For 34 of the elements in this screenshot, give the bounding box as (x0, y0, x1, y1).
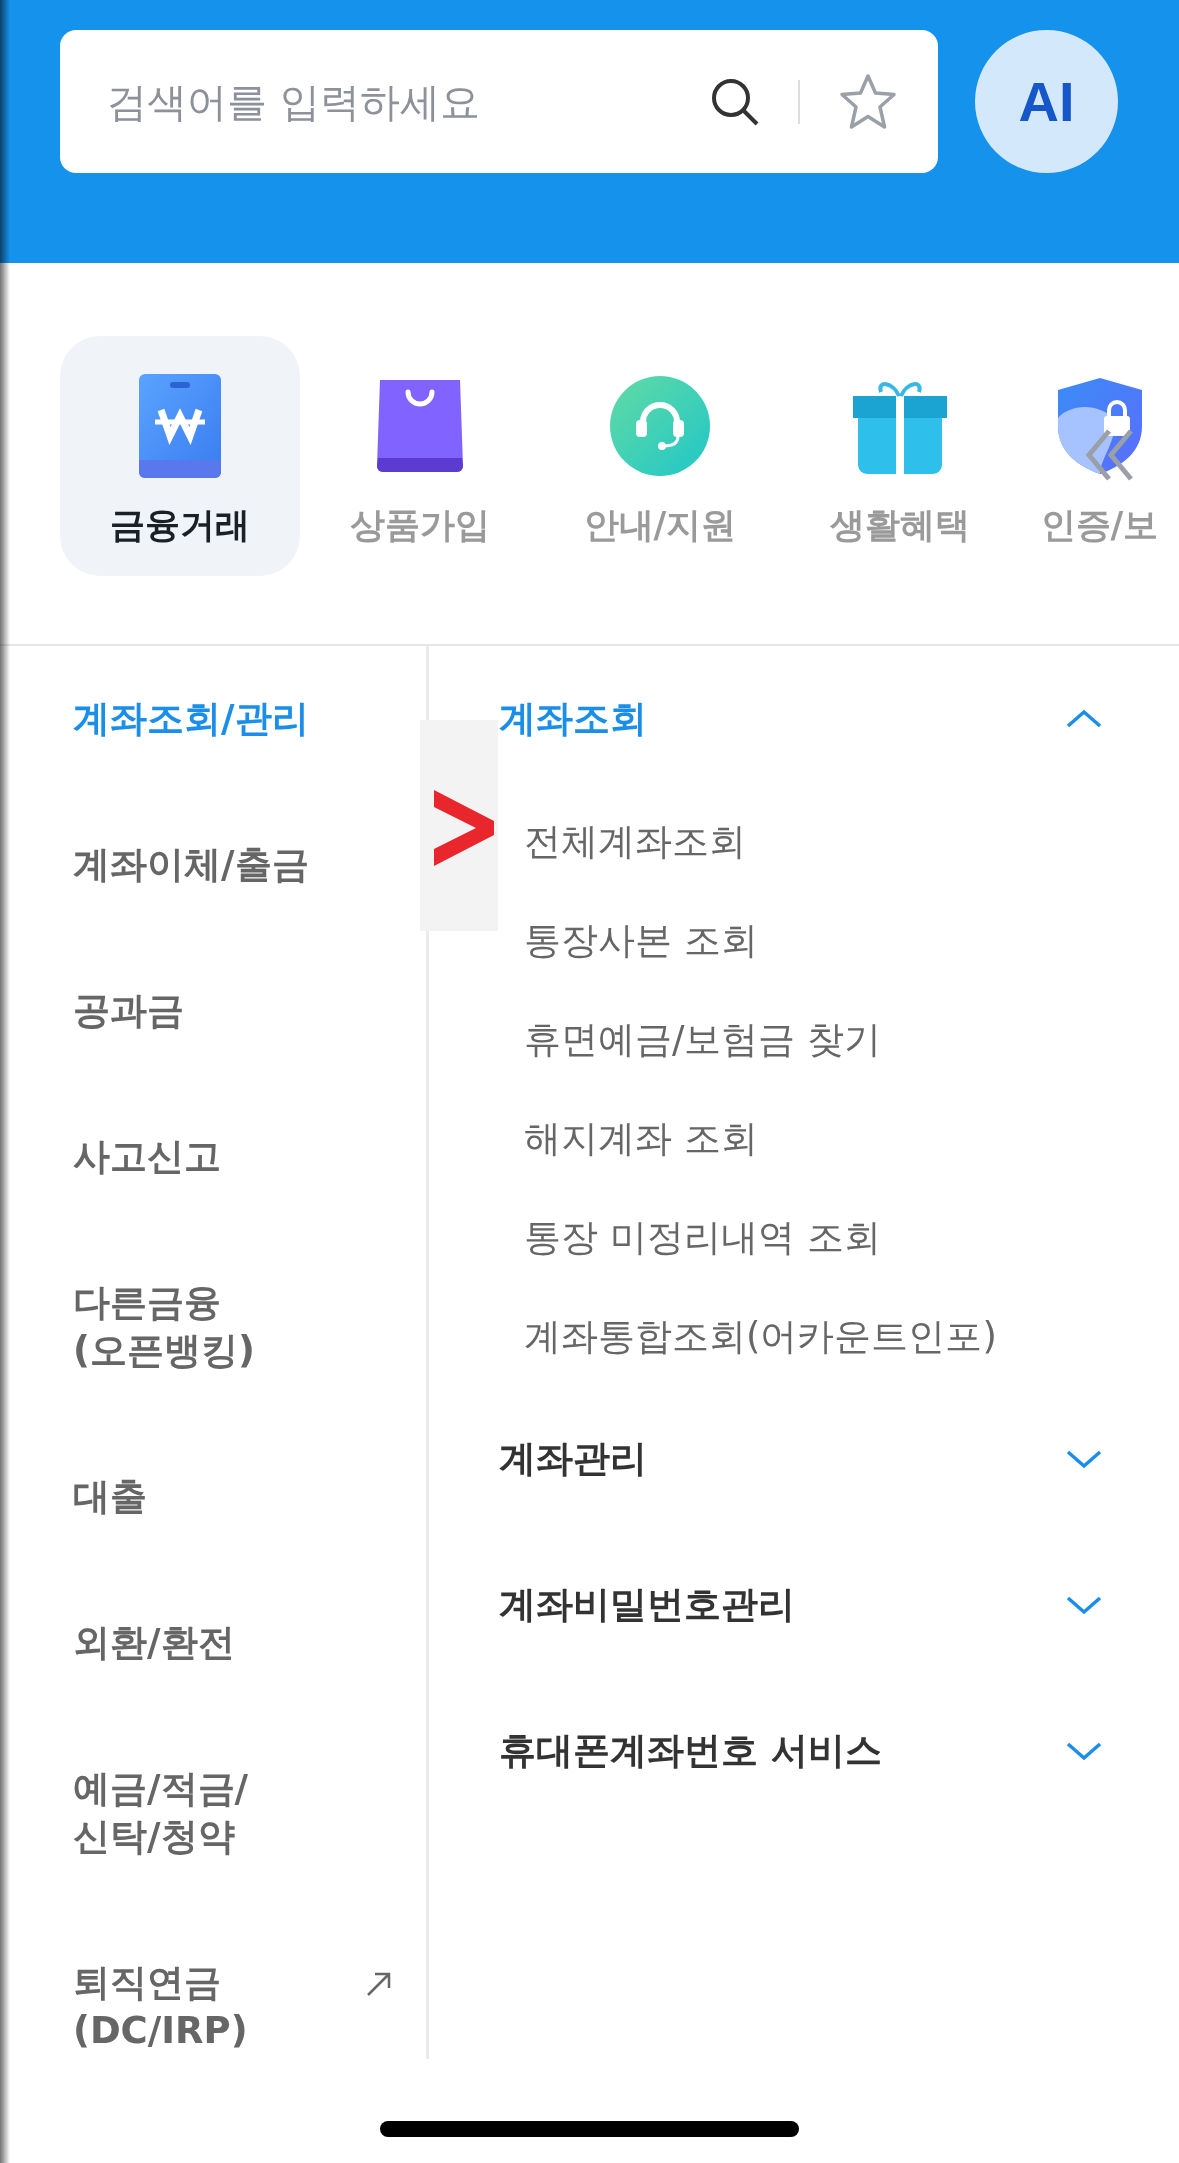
sidebar-item[interactable]: 예금/적금/ 신탁/청약 (12, 1716, 416, 1910)
submenu-item[interactable]: 통장 미정리내역 조회 (499, 1188, 1102, 1287)
sidebar-item[interactable]: 공과금 (12, 938, 416, 1084)
section-header[interactable]: 계좌관리 (499, 1386, 1102, 1532)
chevron-down-icon (1066, 1595, 1102, 1615)
chevron-up-icon (1066, 709, 1102, 729)
section-header[interactable]: 휴대폰계좌번호 서비스 (499, 1678, 1102, 1824)
section-header[interactable]: 계좌조회 (499, 646, 1102, 792)
headset-icon (610, 376, 710, 476)
chevron-down-icon (1066, 1741, 1102, 1761)
sidebar-item[interactable]: 계좌조회/관리 (12, 646, 416, 792)
drawer-handle[interactable] (420, 720, 498, 931)
chevron-right-icon (434, 790, 494, 866)
submenu-item[interactable]: 통장사본 조회 (499, 891, 1102, 990)
sidebar-item[interactable]: 대출 (12, 1424, 416, 1570)
sidebar-item[interactable]: 계좌이체/출금 (12, 792, 416, 938)
sidebar-item[interactable]: 외환/환전 (12, 1570, 416, 1716)
sidebar-item[interactable]: 퇴직연금 (DC/IRP) (12, 1910, 416, 2059)
ai-button[interactable]: AI (975, 30, 1118, 173)
chevron-down-icon (1066, 1449, 1102, 1469)
submenu-item[interactable]: 휴면예금/보험금 찾기 (499, 990, 1102, 1089)
submenu-item[interactable]: 계좌통합조회(어카운트인포) (499, 1287, 1102, 1386)
sidebar-item[interactable]: 다른금융 (오픈뱅킹) (12, 1230, 416, 1424)
shopping-bag-icon (377, 380, 463, 472)
search-icon[interactable] (710, 76, 760, 127)
category-tab[interactable]: 금융거래 (60, 336, 300, 576)
sidebar-item[interactable]: 사고신고 (12, 1084, 416, 1230)
search-input[interactable]: 검색어를 입력하세요 (107, 78, 694, 125)
star-icon[interactable] (838, 72, 898, 131)
submenu-item[interactable]: 해지계좌 조회 (499, 1089, 1102, 1188)
shield-lock-icon (1057, 378, 1142, 474)
won-phone-icon (139, 374, 221, 478)
section-header[interactable]: 계좌비밀번호관리 (499, 1532, 1102, 1678)
submenu-item[interactable]: 전체계좌조회 (499, 792, 1102, 891)
